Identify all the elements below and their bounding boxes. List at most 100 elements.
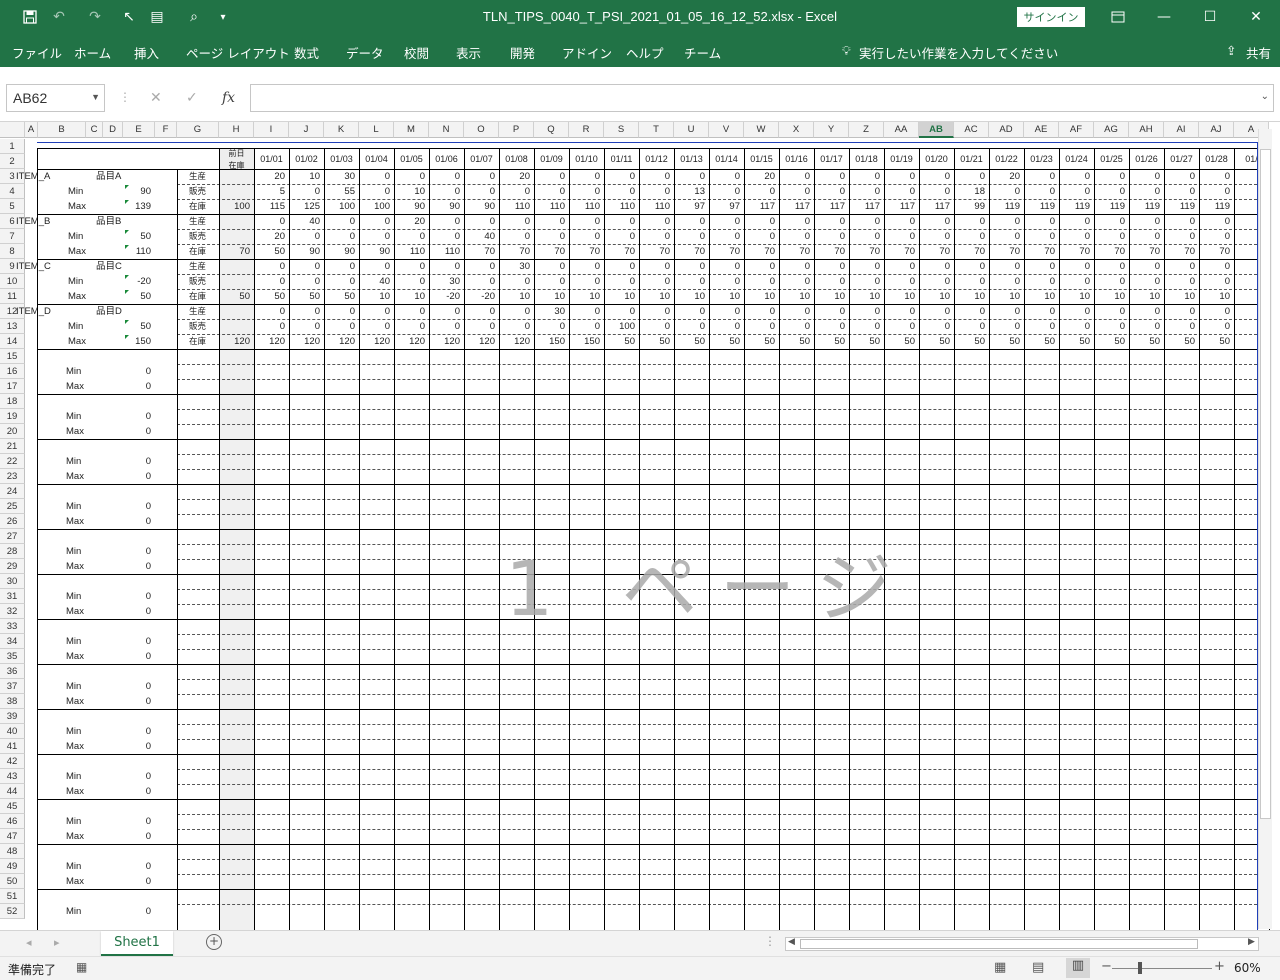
column-header[interactable]: G [177, 122, 219, 138]
row-header[interactable]: 1 [0, 139, 25, 154]
save-icon[interactable] [21, 8, 39, 26]
column-header[interactable]: R [569, 122, 604, 138]
undo-icon[interactable]: ↶ [50, 8, 68, 26]
tab-developer[interactable]: 開発 [510, 43, 535, 62]
row-header[interactable]: 49 [0, 859, 25, 874]
column-header[interactable]: I [254, 122, 289, 138]
row-header[interactable]: 13 [0, 319, 25, 334]
select-pointer-icon[interactable]: ↖ [120, 8, 138, 26]
column-header[interactable]: B [38, 122, 86, 138]
close-icon[interactable]: ✕ [1244, 6, 1268, 28]
vertical-scrollbar[interactable] [1258, 129, 1272, 929]
column-header[interactable]: O [464, 122, 499, 138]
row-header[interactable]: 38 [0, 694, 25, 709]
tell-me-search[interactable]: 実行したい作業を入力してください [859, 43, 1058, 62]
normal-view-icon[interactable]: ▦ [994, 960, 1006, 975]
share-icon[interactable]: ⇪ [1226, 43, 1236, 58]
scroll-right-icon[interactable]: ▶ [1248, 937, 1255, 947]
column-header[interactable]: N [429, 122, 464, 138]
column-header[interactable]: Y [814, 122, 849, 138]
page-break-view-icon[interactable]: ▥ [1066, 958, 1090, 978]
signin-button[interactable]: サインイン [1017, 7, 1085, 27]
row-header[interactable]: 29 [0, 559, 25, 574]
column-header[interactable]: AF [1059, 122, 1094, 138]
column-header[interactable]: F [155, 122, 177, 138]
name-box[interactable]: AB62 ▼ [6, 84, 105, 112]
column-header[interactable]: AI [1164, 122, 1199, 138]
split-handle-icon[interactable]: ⋮ [764, 934, 776, 948]
row-header[interactable]: 37 [0, 679, 25, 694]
column-header[interactable]: W [744, 122, 779, 138]
column-header[interactable]: V [709, 122, 744, 138]
column-header[interactable]: AB [919, 122, 954, 138]
row-header[interactable]: 31 [0, 589, 25, 604]
scroll-left-icon[interactable]: ◀ [788, 937, 795, 947]
enter-icon[interactable]: ✓ [186, 90, 198, 106]
row-header[interactable]: 14 [0, 334, 25, 349]
column-header[interactable]: A [25, 122, 38, 138]
row-header[interactable]: 15 [0, 349, 25, 364]
macro-record-icon[interactable]: ▦ [76, 960, 87, 974]
row-header[interactable]: 19 [0, 409, 25, 424]
tab-review[interactable]: 校閲 [404, 43, 429, 62]
formula-input[interactable]: ⌄ [250, 84, 1274, 112]
print-preview-icon[interactable]: ⌕ [185, 8, 203, 26]
row-header[interactable]: 39 [0, 709, 25, 724]
row-header[interactable]: 46 [0, 814, 25, 829]
drag-handle-icon[interactable]: ⋮ [119, 90, 131, 104]
row-header[interactable]: 2 [0, 154, 25, 169]
row-header[interactable]: 16 [0, 364, 25, 379]
column-header[interactable]: S [604, 122, 639, 138]
row-header[interactable]: 24 [0, 484, 25, 499]
add-sheet-icon[interactable]: + [206, 934, 222, 950]
row-header[interactable]: 50 [0, 874, 25, 889]
row-header[interactable]: 36 [0, 664, 25, 679]
minimize-icon[interactable]: — [1152, 6, 1176, 28]
row-header[interactable]: 20 [0, 424, 25, 439]
column-header[interactable]: Z [849, 122, 884, 138]
page-layout-view-icon[interactable]: ▤ [1032, 960, 1044, 975]
row-header[interactable]: 28 [0, 544, 25, 559]
redo-icon[interactable]: ↷ [86, 8, 104, 26]
cancel-icon[interactable]: ✕ [150, 90, 162, 106]
format-painter-icon[interactable]: ▤ [148, 8, 166, 26]
row-header[interactable]: 42 [0, 754, 25, 769]
zoom-slider-thumb[interactable] [1138, 962, 1142, 974]
row-header[interactable]: 17 [0, 379, 25, 394]
row-header[interactable]: 10 [0, 274, 25, 289]
tab-addins[interactable]: アドイン [562, 43, 612, 62]
row-header[interactable]: 26 [0, 514, 25, 529]
row-header[interactable]: 35 [0, 649, 25, 664]
zoom-out-icon[interactable]: − [1101, 959, 1112, 974]
tab-data[interactable]: データ [346, 43, 384, 62]
next-sheet-icon[interactable]: ▸ [54, 936, 60, 949]
tab-insert[interactable]: 挿入 [134, 43, 159, 62]
column-header[interactable]: AH [1129, 122, 1164, 138]
tab-view[interactable]: 表示 [456, 43, 481, 62]
row-header[interactable]: 33 [0, 619, 25, 634]
row-header[interactable]: 30 [0, 574, 25, 589]
column-header[interactable]: AC [954, 122, 989, 138]
chevron-down-icon[interactable]: ▼ [91, 92, 100, 102]
row-header[interactable]: 18 [0, 394, 25, 409]
row-header[interactable]: 43 [0, 769, 25, 784]
row-header[interactable]: 25 [0, 499, 25, 514]
row-header[interactable]: 52 [0, 904, 25, 919]
row-header[interactable]: 34 [0, 634, 25, 649]
row-header[interactable]: 7 [0, 229, 25, 244]
tab-page-layout[interactable]: ページ レイアウト [186, 43, 290, 62]
column-header[interactable]: M [394, 122, 429, 138]
column-header[interactable]: Q [534, 122, 569, 138]
row-header[interactable]: 32 [0, 604, 25, 619]
row-header[interactable]: 4 [0, 184, 25, 199]
column-header[interactable]: E [123, 122, 155, 138]
column-header[interactable]: L [359, 122, 394, 138]
zoom-in-icon[interactable]: + [1214, 959, 1225, 974]
tab-formulas[interactable]: 数式 [294, 43, 319, 62]
column-header[interactable]: H [219, 122, 254, 138]
zoom-slider[interactable] [1112, 968, 1212, 969]
sheet-tab-sheet1[interactable]: Sheet1 [101, 931, 173, 956]
row-header[interactable]: 23 [0, 469, 25, 484]
row-header[interactable]: 8 [0, 244, 25, 259]
column-header[interactable]: AE [1024, 122, 1059, 138]
